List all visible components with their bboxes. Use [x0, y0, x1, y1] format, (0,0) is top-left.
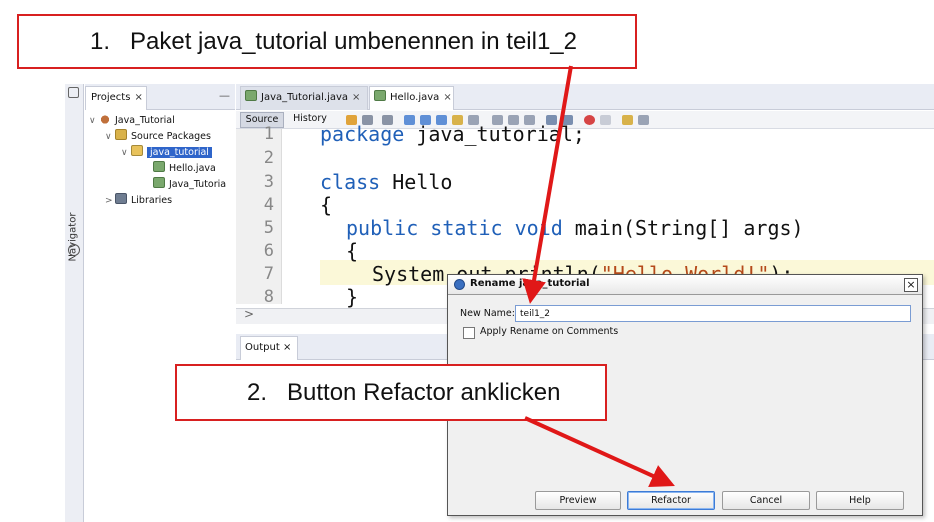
cancel-button[interactable]: Cancel — [722, 491, 810, 510]
code-text: java_tutorial; — [404, 122, 585, 146]
chevron-down-icon[interactable]: ∨ — [89, 114, 99, 128]
java-file-icon — [245, 90, 257, 101]
projects-tabbar: Projects × — — [85, 84, 235, 110]
java-file-icon — [374, 90, 386, 101]
start-macro-icon[interactable] — [584, 115, 595, 125]
tree-item-label: Java_Tutorial — [115, 115, 175, 126]
folder-icon — [115, 129, 127, 140]
java-file-icon — [153, 177, 165, 188]
code-line-3[interactable]: class Hello — [320, 170, 452, 194]
tab-label: Java_Tutorial.java — [261, 92, 349, 103]
chevron-down-icon[interactable]: ∨ — [121, 146, 131, 160]
new-name-input[interactable] — [515, 305, 911, 322]
tree-item-label: Hello.java — [169, 163, 216, 174]
line-number: 7 — [263, 264, 274, 284]
tab-label: Hello.java — [390, 92, 440, 103]
line-number: 3 — [263, 172, 274, 192]
apply-rename-comments-label[interactable]: Apply Rename on Comments — [480, 326, 618, 337]
code-line-5[interactable]: public static void main(String[] args) — [346, 216, 804, 240]
code-text: Hello — [380, 170, 453, 194]
netbeans-app-icon: o — [454, 279, 465, 290]
code-keyword: public static void — [346, 216, 563, 240]
instruction-step-2: 2. Button Refactor anklicken — [175, 364, 607, 421]
close-icon[interactable]: × — [352, 92, 360, 103]
tab-projects-label: Projects — [91, 92, 131, 103]
tab-hello-java[interactable]: Hello.java × — [369, 86, 454, 110]
libraries-icon — [115, 193, 127, 204]
tree-item-label-selected: java_tutorial — [147, 147, 212, 158]
apply-rename-comments-checkbox[interactable]: □ — [463, 327, 475, 339]
tab-java-tutorial-java[interactable]: Java_Tutorial.java × — [240, 86, 368, 110]
dialog-titlebar[interactable]: o Rename java_tutorial × — [448, 275, 922, 295]
tree-item-label: Java_Tutoria — [169, 179, 227, 190]
preview-button[interactable]: Preview — [535, 491, 621, 510]
code-keyword: class — [320, 170, 381, 194]
editor-tabbar: Java_Tutorial.java × Hello.java × — [236, 84, 934, 110]
help-button[interactable]: Help — [816, 491, 904, 510]
tree-item-hello-java[interactable]: Hello.java — [153, 161, 216, 177]
line-number: 6 — [263, 241, 274, 261]
code-line-4[interactable]: { — [320, 193, 332, 217]
refactor-button[interactable]: Refactor — [627, 491, 715, 510]
chevron-down-icon[interactable]: ∨ — [105, 130, 115, 144]
line-number: 1 — [263, 124, 274, 144]
tree-item-label: Libraries — [131, 195, 173, 206]
close-icon[interactable]: × — [904, 278, 918, 292]
tree-item-java-tutorial-java[interactable]: Java_Tutoria — [153, 177, 226, 193]
code-keyword: package — [320, 122, 405, 146]
line-number: 4 — [263, 195, 274, 215]
line-number: 5 — [263, 218, 274, 238]
close-icon[interactable]: × — [283, 342, 291, 353]
package-icon — [131, 145, 143, 156]
chevron-right-icon[interactable]: > — [105, 194, 115, 208]
stop-macro-icon[interactable] — [600, 115, 611, 125]
code-line-8[interactable]: } — [346, 285, 358, 309]
comment-icon[interactable] — [622, 115, 633, 125]
line-number-gutter: 1 2 3 4 5 6 7 8 — [236, 124, 282, 307]
code-line-6[interactable]: { — [346, 239, 358, 263]
java-file-icon — [153, 161, 165, 172]
tree-item-source-packages[interactable]: ∨ Source Packages — [105, 129, 211, 145]
projects-panel: Projects × — ∨ Java_Tutorial ∨ Source Packa… — [85, 84, 235, 522]
instruction-step-1: 1. Paket java_tutorial umbenennen in tei… — [17, 14, 637, 69]
left-side-strip: □ Navigator o — [65, 84, 84, 522]
tree-item-project[interactable]: ∨ Java_Tutorial — [89, 113, 175, 129]
navigator-compass-icon[interactable]: o — [68, 244, 80, 256]
tab-output[interactable]: Output × — [240, 336, 298, 360]
tree-item-libraries[interactable]: > Libraries — [105, 193, 172, 209]
code-text: main(String[] args) — [562, 216, 804, 240]
uncomment-icon[interactable] — [638, 115, 649, 125]
tree-item-java-tutorial-package[interactable]: ∨ java_tutorial — [121, 145, 212, 161]
restore-window-icon[interactable]: □ — [68, 87, 79, 98]
minimize-icon[interactable]: — — [219, 90, 230, 101]
line-number: 2 — [263, 148, 274, 168]
line-number: 8 — [263, 287, 274, 307]
tab-projects[interactable]: Projects × — [85, 86, 147, 110]
dialog-title: Rename java_tutorial — [470, 278, 590, 289]
close-icon[interactable]: × — [443, 92, 451, 103]
close-icon[interactable]: × — [134, 92, 142, 103]
code-line-1[interactable]: package java_tutorial; — [320, 122, 585, 146]
tree-item-label: Source Packages — [131, 131, 211, 142]
tab-output-label: Output — [245, 342, 280, 353]
chevron-right-icon[interactable]: > — [244, 307, 254, 321]
new-name-label: New Name: — [460, 308, 515, 319]
project-cup-icon — [99, 113, 111, 124]
